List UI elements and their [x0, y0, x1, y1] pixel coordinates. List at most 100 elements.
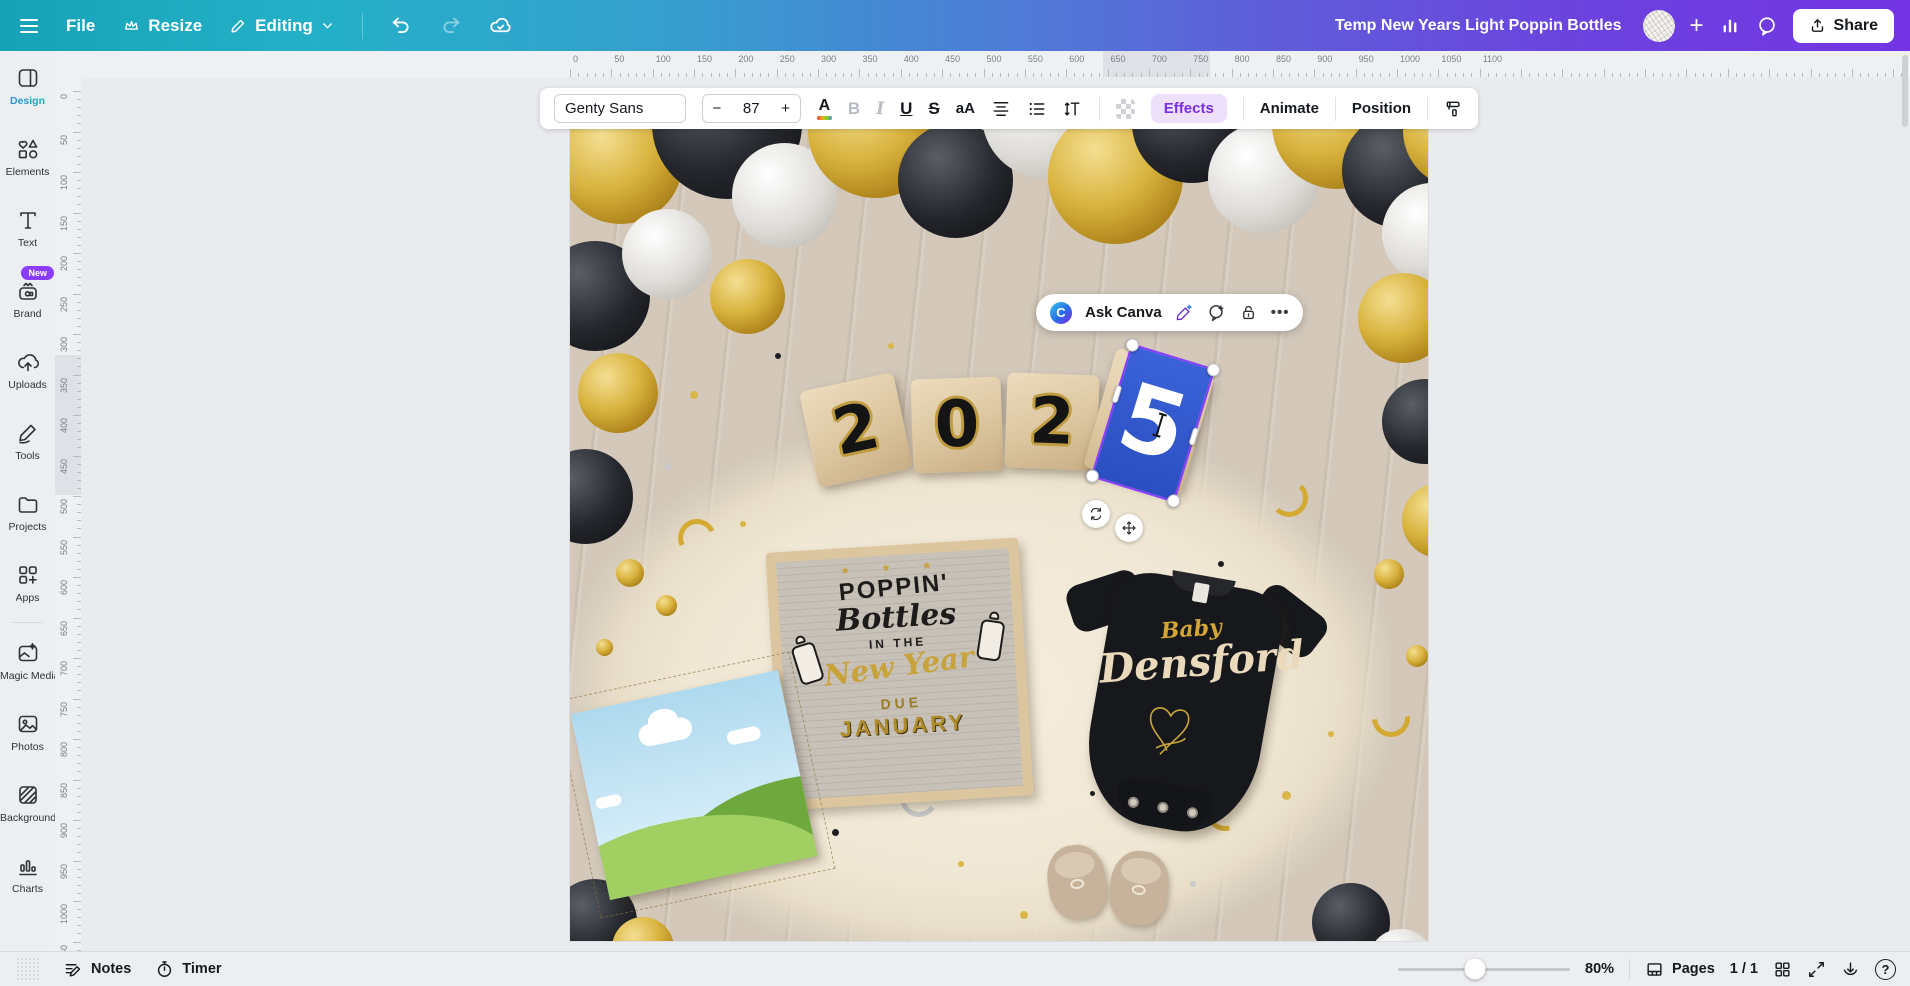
charts-icon: [16, 854, 40, 878]
undo-button[interactable]: [391, 15, 412, 36]
zoom-slider[interactable]: [1398, 968, 1570, 971]
toolbar-divider: [1243, 97, 1244, 121]
magic-media-icon: [16, 641, 40, 665]
sidebar: Design Elements Text New Brand Uploads T…: [0, 51, 55, 951]
canva-assistant-icon[interactable]: C: [1050, 302, 1072, 324]
zoom-slider-thumb[interactable]: [1465, 959, 1486, 980]
canva-editor: File Resize Editing Temp New Years Light…: [0, 0, 1910, 986]
underline-button[interactable]: U: [900, 99, 912, 119]
italic-button[interactable]: I: [876, 99, 884, 119]
sidebar-item-design[interactable]: Design: [0, 51, 55, 122]
baby-bottle-icon: [974, 610, 1008, 667]
sidebar-item-brand[interactable]: New Brand: [0, 264, 55, 335]
share-button[interactable]: Share: [1793, 9, 1894, 43]
doodle-icon[interactable]: [16, 957, 40, 981]
file-menu[interactable]: File: [66, 16, 95, 36]
crown-icon: [123, 17, 140, 34]
text-case-button[interactable]: aA: [956, 100, 975, 117]
transparency-button[interactable]: [1116, 99, 1135, 119]
move-handle-button[interactable]: [1115, 514, 1143, 542]
comments-icon[interactable]: [1756, 15, 1778, 37]
cloud-saved-icon: [489, 14, 512, 37]
share-upload-icon: [1809, 17, 1826, 34]
sidebar-item-tools[interactable]: Tools: [0, 406, 55, 477]
ruler-left: 0501001502002503003504004505005506006507…: [55, 77, 81, 951]
new-badge: New: [21, 266, 54, 280]
document-title[interactable]: Temp New Years Light Poppin Bottles: [1335, 17, 1622, 35]
effects-button[interactable]: Effects: [1151, 94, 1227, 123]
comment-add-icon[interactable]: [1207, 303, 1226, 322]
magic-edit-icon[interactable]: [1175, 303, 1194, 322]
heart-doodle-icon: [1136, 697, 1204, 759]
sidebar-item-photos[interactable]: Photos: [0, 697, 55, 768]
sidebar-item-text[interactable]: Text: [0, 193, 55, 264]
rainbow-underline: [817, 116, 832, 120]
font-size-value[interactable]: 87: [743, 100, 760, 117]
help-button[interactable]: ?: [1875, 959, 1896, 980]
sign-line-january: JANUARY: [839, 709, 967, 743]
ask-canva-button[interactable]: Ask Canva: [1085, 304, 1162, 321]
sidebar-item-charts[interactable]: Charts: [0, 839, 55, 910]
bottom-bar: Notes Timer 80% Pages 1 / 1 ?: [0, 951, 1910, 986]
apps-icon: [16, 563, 40, 587]
text-color-button[interactable]: A: [817, 97, 832, 120]
editing-mode-dropdown[interactable]: Editing: [230, 16, 334, 36]
main-menu-icon[interactable]: [20, 15, 38, 37]
zoom-percent[interactable]: 80%: [1585, 961, 1614, 977]
sidebar-item-background[interactable]: Background: [0, 768, 55, 839]
timer-icon: [155, 960, 174, 979]
elements-icon: [16, 137, 40, 161]
notes-button[interactable]: Notes: [64, 960, 131, 979]
sidebar-item-apps[interactable]: Apps: [0, 548, 55, 619]
sidebar-item-magic-media[interactable]: Magic Media: [0, 626, 55, 697]
list-button[interactable]: [1027, 99, 1047, 119]
rotate-handle-button[interactable]: [1082, 500, 1110, 528]
notes-icon: [64, 960, 83, 979]
photos-icon: [16, 712, 40, 736]
pages-icon: [1645, 960, 1664, 979]
workspace-scrollbar[interactable]: [1902, 55, 1908, 127]
sidebar-divider: [12, 622, 43, 623]
font-size-stepper: − 87 +: [702, 94, 801, 123]
alignment-button[interactable]: [991, 99, 1011, 119]
selection-handle-top-right[interactable]: [1206, 362, 1222, 378]
animate-button[interactable]: Animate: [1260, 100, 1319, 117]
position-button[interactable]: Position: [1352, 100, 1411, 117]
year-block-2[interactable]: 0: [910, 376, 1003, 473]
more-options-button[interactable]: •••: [1271, 304, 1290, 321]
brand-icon: [16, 279, 40, 303]
year-block-1[interactable]: 2: [799, 372, 913, 488]
uploads-icon: [16, 350, 40, 374]
insights-icon[interactable]: [1719, 15, 1741, 37]
sidebar-item-projects[interactable]: Projects: [0, 477, 55, 548]
copy-style-roller-icon[interactable]: [1444, 99, 1464, 119]
design-page[interactable]: 2 0 2 5 C Ask Canva: [570, 91, 1428, 941]
strikethrough-button[interactable]: S: [928, 99, 939, 119]
font-family-selector[interactable]: Genty Sans: [554, 94, 686, 123]
grid-view-icon[interactable]: [1773, 960, 1792, 979]
font-size-decrease-button[interactable]: −: [713, 100, 722, 117]
baby-onesie[interactable]: Baby Densford: [1039, 539, 1327, 876]
sign-line-due: DUE: [880, 694, 922, 713]
timer-button[interactable]: Timer: [155, 960, 221, 979]
add-member-button[interactable]: +: [1690, 14, 1704, 38]
avatar[interactable]: [1643, 10, 1675, 42]
fullscreen-icon[interactable]: [1807, 960, 1826, 979]
bold-button[interactable]: B: [848, 99, 860, 119]
sidebar-item-uploads[interactable]: Uploads: [0, 335, 55, 406]
resize-menu[interactable]: Resize: [123, 16, 202, 36]
present-scroll-icon[interactable]: [1841, 960, 1860, 979]
toolbar-divider: [1099, 97, 1100, 121]
ruler-corner: [55, 51, 81, 77]
text-icon: [16, 208, 40, 232]
redo-button[interactable]: [440, 15, 461, 36]
font-size-increase-button[interactable]: +: [781, 100, 790, 117]
lock-icon[interactable]: [1239, 303, 1258, 322]
text-spacing-button[interactable]: [1063, 99, 1083, 119]
ask-canva-toolbar: C Ask Canva •••: [1036, 294, 1303, 331]
pages-button[interactable]: Pages: [1645, 960, 1715, 979]
topbar-divider: [362, 13, 363, 39]
tools-icon: [16, 421, 40, 445]
bottombar-divider: [1629, 959, 1630, 979]
sidebar-item-elements[interactable]: Elements: [0, 122, 55, 193]
